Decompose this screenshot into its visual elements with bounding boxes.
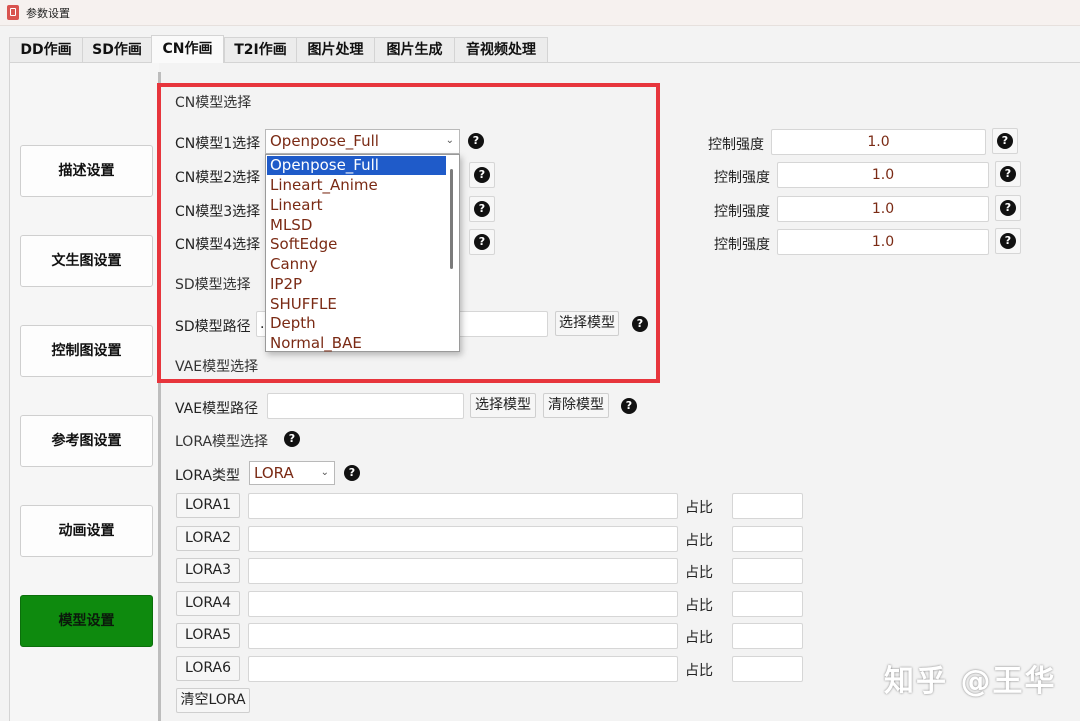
tab-image-process[interactable]: 图片处理 xyxy=(296,37,375,62)
lora2-button[interactable]: LORA2 xyxy=(176,526,240,551)
lora5-button[interactable]: LORA5 xyxy=(176,623,240,648)
tab-dd[interactable]: DD作画 xyxy=(9,37,83,62)
lora3-ratio-input[interactable] xyxy=(732,558,803,584)
sidebar-item-description[interactable]: 描述设置 xyxy=(20,145,153,197)
dropdown-option-openpose-full[interactable]: Openpose_Full xyxy=(267,156,446,175)
cn-model-1-dropdown-list[interactable]: Openpose_Full Lineart_Anime Lineart MLSD… xyxy=(265,154,460,352)
lora6-input[interactable] xyxy=(248,656,678,682)
strength-2-input[interactable]: 1.0 xyxy=(777,162,989,188)
lora3-ratio-label: 占比 xyxy=(685,565,713,581)
lora6-button[interactable]: LORA6 xyxy=(176,656,240,681)
cn-model-1-select[interactable]: Openpose_Full ⌄ xyxy=(265,129,460,154)
lora-type-label: LORA类型 xyxy=(175,468,241,484)
lora4-input[interactable] xyxy=(248,591,678,617)
sd-section-title: SD模型选择 xyxy=(175,277,251,293)
lora1-input[interactable] xyxy=(248,493,678,519)
strength-1-label: 控制强度 xyxy=(708,137,764,153)
question-mark-icon[interactable]: ? xyxy=(1000,166,1016,182)
lora2-ratio-input[interactable] xyxy=(732,526,803,552)
vae-clear-model-button[interactable]: 清除模型 xyxy=(543,393,609,418)
dropdown-scrollbar[interactable] xyxy=(450,169,453,269)
chevron-down-icon: ⌄ xyxy=(320,467,329,478)
lora1-button[interactable]: LORA1 xyxy=(176,493,240,518)
dropdown-option-normal-bae[interactable]: Normal_BAE xyxy=(270,334,444,353)
vae-path-label: VAE模型路径 xyxy=(175,401,259,417)
dropdown-option-ip2p[interactable]: IP2P xyxy=(270,275,444,294)
chevron-down-icon: ⌄ xyxy=(445,135,454,146)
lora3-button[interactable]: LORA3 xyxy=(176,558,240,583)
vae-section-title: VAE模型选择 xyxy=(175,359,259,375)
sidebar-item-animation[interactable]: 动画设置 xyxy=(20,505,153,557)
lora4-ratio-input[interactable] xyxy=(732,591,803,617)
dropdown-option-softedge[interactable]: SoftEdge xyxy=(270,235,444,254)
splitter-handle[interactable] xyxy=(158,72,161,721)
lora1-ratio-input[interactable] xyxy=(732,493,803,519)
question-mark-icon[interactable]: ? xyxy=(344,465,360,481)
lora3-input[interactable] xyxy=(248,558,678,584)
sd-path-label: SD模型路径 xyxy=(175,319,251,335)
cn-model-3-label: CN模型3选择 xyxy=(175,204,261,220)
dropdown-option-canny[interactable]: Canny xyxy=(270,255,444,274)
question-mark-icon[interactable]: ? xyxy=(474,167,490,183)
lora5-ratio-input[interactable] xyxy=(732,623,803,649)
question-mark-icon[interactable]: ? xyxy=(474,234,490,250)
sidebar-item-control-image[interactable]: 控制图设置 xyxy=(20,325,153,377)
question-mark-icon[interactable]: ? xyxy=(997,133,1013,149)
strength-4-input[interactable]: 1.0 xyxy=(777,229,989,255)
cn-model-4-label: CN模型4选择 xyxy=(175,237,261,253)
question-mark-icon[interactable]: ? xyxy=(621,398,637,414)
lora6-ratio-label: 占比 xyxy=(685,663,713,679)
dropdown-option-depth[interactable]: Depth xyxy=(270,314,444,333)
sidebar-item-txt2img[interactable]: 文生图设置 xyxy=(20,235,153,287)
lora2-input[interactable] xyxy=(248,526,678,552)
question-mark-icon[interactable]: ? xyxy=(468,133,484,149)
question-mark-icon[interactable]: ? xyxy=(284,431,300,447)
dropdown-option-lineart-anime[interactable]: Lineart_Anime xyxy=(270,176,444,195)
lora2-ratio-label: 占比 xyxy=(685,533,713,549)
title-bar xyxy=(0,0,1080,26)
tab-cn[interactable]: CN作画 xyxy=(151,35,224,63)
watermark: 知乎 @王华 xyxy=(884,664,1057,699)
sidebar-item-model[interactable]: 模型设置 xyxy=(20,595,153,647)
lora1-ratio-label: 占比 xyxy=(685,500,713,516)
lora-type-value: LORA xyxy=(254,464,294,482)
question-mark-icon[interactable]: ? xyxy=(1000,233,1016,249)
lora4-ratio-label: 占比 xyxy=(685,598,713,614)
cn-model-2-label: CN模型2选择 xyxy=(175,170,261,186)
tab-sd[interactable]: SD作画 xyxy=(82,37,152,62)
strength-1-input[interactable]: 1.0 xyxy=(771,129,986,155)
strength-3-input[interactable]: 1.0 xyxy=(777,196,989,222)
sidebar-item-reference-image[interactable]: 参考图设置 xyxy=(20,415,153,467)
cn-section-title: CN模型选择 xyxy=(175,95,252,111)
dropdown-option-lineart[interactable]: Lineart xyxy=(270,196,444,215)
cn-model-1-value: Openpose_Full xyxy=(270,132,379,150)
tab-av-process[interactable]: 音视频处理 xyxy=(454,37,548,62)
question-mark-icon[interactable]: ? xyxy=(1000,200,1016,216)
app-icon xyxy=(7,5,19,20)
question-mark-icon[interactable]: ? xyxy=(632,316,648,332)
dropdown-option-mlsd[interactable]: MLSD xyxy=(270,216,444,235)
lora5-input[interactable] xyxy=(248,623,678,649)
strength-3-label: 控制强度 xyxy=(714,204,770,220)
tab-image-generate[interactable]: 图片生成 xyxy=(374,37,455,62)
lora6-ratio-input[interactable] xyxy=(732,656,803,682)
lora-type-select[interactable]: LORA ⌄ xyxy=(249,461,335,485)
tab-t2i[interactable]: T2I作画 xyxy=(224,37,297,62)
vae-select-model-button[interactable]: 选择模型 xyxy=(470,393,536,418)
clear-lora-button[interactable]: 清空LORA xyxy=(176,688,250,713)
vae-path-input[interactable] xyxy=(267,393,464,419)
strength-2-label: 控制强度 xyxy=(714,170,770,186)
sd-select-model-button[interactable]: 选择模型 xyxy=(555,311,619,336)
lora4-button[interactable]: LORA4 xyxy=(176,591,240,616)
lora-section-title: LORA模型选择 xyxy=(175,434,269,450)
window-title: 参数设置 xyxy=(26,7,70,20)
dropdown-option-shuffle[interactable]: SHUFFLE xyxy=(270,295,444,314)
strength-4-label: 控制强度 xyxy=(714,237,770,253)
question-mark-icon[interactable]: ? xyxy=(474,201,490,217)
cn-model-1-label: CN模型1选择 xyxy=(175,136,261,152)
lora5-ratio-label: 占比 xyxy=(685,630,713,646)
